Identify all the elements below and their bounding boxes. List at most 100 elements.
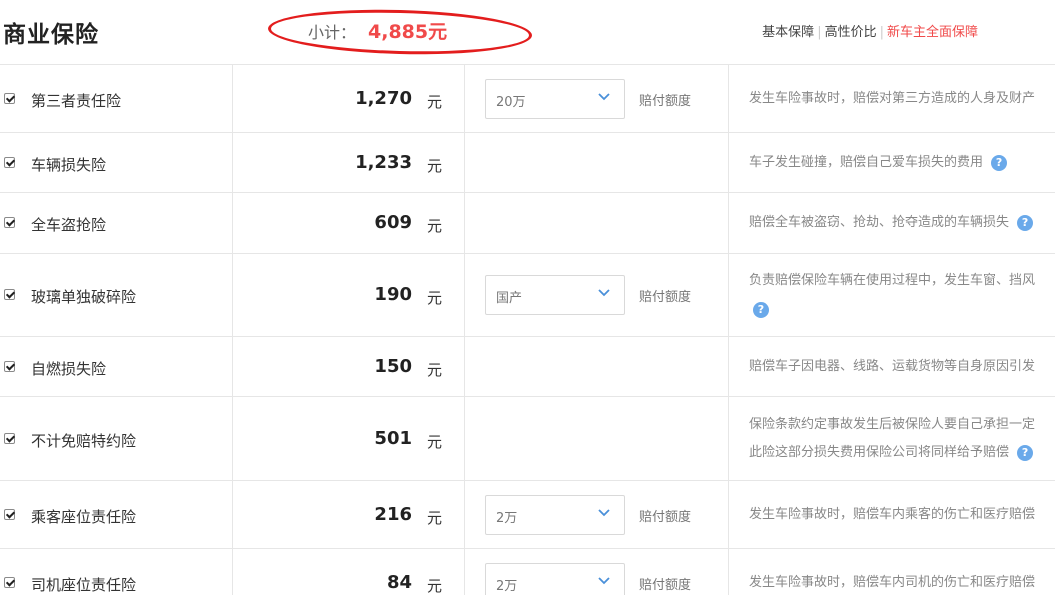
coverage-select-value: 20万 <box>496 95 526 110</box>
subtotal-value: 4,885元 <box>368 21 448 43</box>
row-checkbox[interactable] <box>4 433 15 444</box>
coverage-select-value: 2万 <box>496 511 518 526</box>
help-icon[interactable]: ? <box>1017 214 1034 231</box>
plan-value[interactable]: 高性价比 <box>822 25 880 40</box>
insurance-name: 第三者责任险 <box>31 92 122 110</box>
insurance-name: 自燃损失险 <box>31 360 107 378</box>
price-unit: 元 <box>427 577 443 595</box>
column-divider <box>464 397 465 480</box>
column-divider <box>464 65 465 132</box>
insurance-description: 发生车险事故时，赔偿车内司机的伤亡和医疗赔偿 <box>749 570 1035 595</box>
column-divider <box>464 337 465 396</box>
insurance-price: 190 <box>374 284 412 305</box>
coverage-select[interactable]: 20万 <box>485 79 625 119</box>
description-text: 赔偿车子因电器、线路、运载货物等自身原因引发 <box>749 359 1036 374</box>
help-icon[interactable]: ? <box>991 154 1008 171</box>
price-unit: 元 <box>427 509 443 527</box>
insurance-name: 司机座位责任险 <box>31 576 137 594</box>
chevron-down-icon <box>598 93 610 103</box>
column-divider <box>464 549 465 595</box>
column-divider <box>464 133 465 192</box>
plan-options: 基本保障 | 高性价比 | 新车主全面保障 <box>759 21 981 40</box>
description-text: 负责赔偿保险车辆在使用过程中，发生车窗、挡风 <box>749 273 1036 288</box>
page-title: 商业保险 <box>3 22 99 48</box>
header: 商业保险 小计： 4,885元 基本保障 | 高性价比 | 新车主全面保障 <box>0 0 1055 64</box>
description-text: 发生车险事故时，赔偿对第三方造成的人身及财产 <box>749 91 1036 106</box>
table-row: 司机座位责任险 84 元 2万 赔付额度 发生车险事故时，赔偿车内司机的伤亡和医… <box>0 549 1055 595</box>
column-divider <box>464 481 465 548</box>
plan-divider: | <box>817 25 822 40</box>
column-divider <box>464 193 465 253</box>
insurance-description: 车子发生碰撞，赔偿自己爱车损失的费用? <box>749 150 1008 176</box>
description-text: 保险条款约定事故发生后被保险人要自己承担一定 <box>749 417 1036 432</box>
column-divider <box>728 397 729 480</box>
row-checkbox[interactable] <box>4 289 15 300</box>
table-row: 乘客座位责任险 216 元 2万 赔付额度 发生车险事故时，赔偿车内乘客的伤亡和… <box>0 481 1055 549</box>
description-text: 发生车险事故时，赔偿车内乘客的伤亡和医疗赔偿 <box>749 507 1036 522</box>
insurance-price: 1,233 <box>355 152 412 173</box>
column-divider <box>232 133 233 192</box>
plan-basic[interactable]: 基本保障 <box>759 25 817 40</box>
column-divider <box>728 193 729 253</box>
insurance-price: 1,270 <box>355 88 412 109</box>
chevron-down-icon <box>598 289 610 299</box>
coverage-select[interactable]: 2万 <box>485 495 625 535</box>
column-divider <box>728 481 729 548</box>
row-checkbox[interactable] <box>4 217 15 228</box>
coverage-select-value: 2万 <box>496 579 518 594</box>
subtotal-label: 小计： <box>308 23 357 42</box>
table-row: 自燃损失险 150 元 赔偿车子因电器、线路、运载货物等自身原因引发 <box>0 337 1055 397</box>
insurance-description: 发生车险事故时，赔偿对第三方造成的人身及财产 <box>749 86 1035 112</box>
table-row: 全车盗抢险 609 元 赔偿全车被盗窃、抢劫、抢夺造成的车辆损失? <box>0 193 1055 254</box>
insurance-description: 赔偿车子因电器、线路、运载货物等自身原因引发 <box>749 354 1035 380</box>
chevron-down-icon <box>598 577 610 587</box>
insurance-name: 乘客座位责任险 <box>31 508 137 526</box>
column-divider <box>728 549 729 595</box>
plan-full[interactable]: 新车主全面保障 <box>884 25 981 40</box>
column-divider <box>232 254 233 336</box>
help-icon[interactable]: ? <box>1017 444 1034 461</box>
coverage-select[interactable]: 国产 <box>485 275 625 315</box>
column-divider <box>728 65 729 132</box>
price-unit: 元 <box>427 157 443 175</box>
insurance-price: 150 <box>374 356 412 377</box>
insurance-price: 84 <box>386 572 412 593</box>
insurance-name: 全车盗抢险 <box>31 216 107 234</box>
row-checkbox[interactable] <box>4 361 15 372</box>
column-divider <box>232 481 233 548</box>
column-divider <box>232 549 233 595</box>
row-checkbox[interactable] <box>4 93 15 104</box>
row-checkbox[interactable] <box>4 577 15 588</box>
price-unit: 元 <box>427 217 443 235</box>
table-row: 第三者责任险 1,270 元 20万 赔付额度 发生车险事故时，赔偿对第三方造成… <box>0 65 1055 133</box>
column-divider <box>728 337 729 396</box>
insurance-description: 负责赔偿保险车辆在使用过程中，发生车窗、挡风 <box>749 268 1035 294</box>
column-divider <box>232 337 233 396</box>
table-row: 不计免赔特约险 501 元 保险条款约定事故发生后被保险人要自己承担一定 此险这… <box>0 397 1055 481</box>
description-text: 发生车险事故时，赔偿车内司机的伤亡和医疗赔偿 <box>749 575 1036 590</box>
column-divider <box>728 254 729 336</box>
price-unit: 元 <box>427 93 443 111</box>
row-checkbox[interactable] <box>4 509 15 520</box>
insurance-description: 发生车险事故时，赔偿车内乘客的伤亡和医疗赔偿 <box>749 502 1035 528</box>
insurance-table: 第三者责任险 1,270 元 20万 赔付额度 发生车险事故时，赔偿对第三方造成… <box>0 64 1055 595</box>
insurance-price: 216 <box>374 504 412 525</box>
price-unit: 元 <box>427 361 443 379</box>
insurance-name: 玻璃单独破碎险 <box>31 288 137 306</box>
amount-label: 赔付额度 <box>639 290 692 305</box>
help-icon[interactable]: ? <box>753 302 769 318</box>
column-divider <box>728 133 729 192</box>
price-unit: 元 <box>427 289 443 307</box>
insurance-price: 609 <box>374 212 412 233</box>
column-divider <box>464 254 465 336</box>
price-unit: 元 <box>427 433 443 451</box>
column-divider <box>232 397 233 480</box>
table-row: 车辆损失险 1,233 元 车子发生碰撞，赔偿自己爱车损失的费用? <box>0 133 1055 193</box>
row-checkbox[interactable] <box>4 157 15 168</box>
insurance-price: 501 <box>374 428 412 449</box>
insurance-description: 赔偿全车被盗窃、抢劫、抢夺造成的车辆损失? <box>749 210 1034 236</box>
coverage-select[interactable]: 2万 <box>485 563 625 595</box>
insurance-name: 不计免赔特约险 <box>31 432 137 450</box>
column-divider <box>232 65 233 132</box>
amount-label: 赔付额度 <box>639 578 692 593</box>
